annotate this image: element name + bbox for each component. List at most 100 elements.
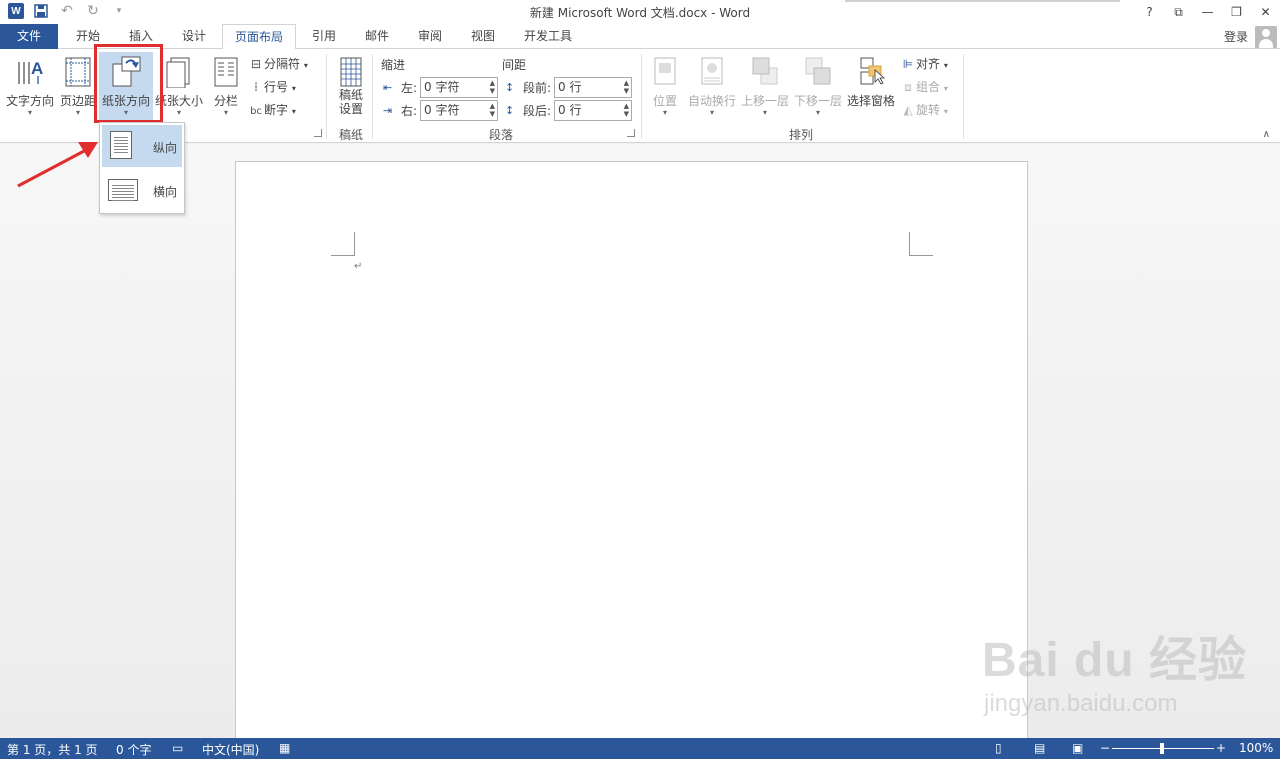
indent-heading: 缩进	[381, 58, 406, 72]
print-layout-icon[interactable]: ▤	[1034, 741, 1045, 755]
group-separator	[372, 54, 373, 139]
spin-arrows-icon[interactable]: ▲ ▼	[624, 79, 629, 95]
web-layout-icon[interactable]: ▣	[1072, 741, 1083, 755]
chevron-down-icon: ▾	[943, 84, 948, 93]
send-backward-button[interactable]: 下移一层 ▾	[793, 52, 843, 122]
breaks-button[interactable]: ⊟ 分隔符 ▾	[248, 54, 308, 74]
tab-mailings[interactable]: 邮件	[351, 24, 403, 49]
red-arrow-annotation	[17, 142, 98, 188]
spacing-after-icon: ↕	[505, 103, 515, 117]
macro-recording-icon[interactable]: ▦	[279, 741, 290, 755]
page-setup-launcher-icon[interactable]	[314, 129, 322, 137]
avatar[interactable]	[1255, 26, 1277, 48]
word-count[interactable]: 0 个字	[116, 741, 151, 758]
spacing-after-label: 段后:	[523, 103, 552, 118]
document-title: 新建 Microsoft Word 文档.docx - Word	[529, 6, 751, 20]
group-separator	[963, 54, 964, 139]
ribbon-display-options-button[interactable]: ⧉	[1164, 0, 1193, 24]
indent-right-value: 0 字符	[424, 102, 460, 117]
manuscript-setup-line1: 稿纸	[338, 88, 363, 102]
spacing-before-label: 段前:	[523, 80, 552, 95]
wrap-text-label: 自动换行	[687, 94, 736, 108]
spacing-after-row: ↕ 段后: 0 行 ▲ ▼	[505, 99, 633, 121]
page-count[interactable]: 第 1 页，共 1 页	[7, 741, 98, 758]
indent-right-input[interactable]: 0 字符 ▲ ▼	[420, 99, 499, 121]
paragraph-mark: ↵	[354, 261, 363, 272]
manuscript-group-label: 稿纸	[338, 128, 363, 142]
chevron-down-icon: ▾	[223, 108, 228, 117]
sign-in-link[interactable]: 登录	[1224, 28, 1248, 45]
chevron-down-icon: ▾	[943, 107, 948, 116]
manuscript-setup-button[interactable]: 稿纸 设置	[333, 52, 369, 122]
align-button[interactable]: ⊫ 对齐 ▾	[900, 54, 948, 74]
breaks-icon: ⊟	[250, 57, 262, 71]
spin-arrows-icon[interactable]: ▲ ▼	[490, 102, 495, 118]
indent-left-input[interactable]: 0 字符 ▲ ▼	[420, 76, 499, 98]
status-bar: 第 1 页，共 1 页 0 个字 ▭ 中文(中国) ▦ ▯ ▤ ▣ − + 10…	[0, 738, 1280, 759]
send-backward-icon	[802, 54, 834, 88]
title-bar: W ↶ ↻ ▾ 新建 Microsoft Word 文档.docx - Word…	[0, 0, 1280, 24]
baidu-watermark: Bai du 经验 jingyan.baidu.com	[982, 620, 1247, 717]
close-button[interactable]: ✕	[1251, 0, 1280, 24]
zoom-in-button[interactable]: +	[1216, 741, 1226, 755]
wrap-text-button[interactable]: 自动换行 ▾	[686, 52, 738, 122]
spacing-before-input[interactable]: 0 行 ▲ ▼	[554, 76, 633, 98]
hyphenation-label: 断字	[264, 103, 289, 117]
columns-label: 分栏	[213, 94, 238, 108]
indent-right-row: ⇥ 右: 0 字符 ▲ ▼	[383, 99, 499, 121]
minimize-button[interactable]: —	[1193, 0, 1222, 24]
ribbon: A 文字方向 ▾ 页边距 ▾ 纸张方向 ▾ 纸张大小 ▾ 分栏 ▾ ⊟ 分隔符 ▾	[0, 49, 1280, 143]
line-numbers-label: 行号	[264, 80, 289, 94]
landscape-label: 横向	[153, 185, 178, 199]
send-backward-label: 下移一层	[793, 94, 842, 108]
rotate-icon: ◭	[903, 103, 913, 117]
tab-references[interactable]: 引用	[298, 24, 350, 49]
selection-pane-label: 选择窗格	[846, 94, 895, 108]
spacing-before-row: ↕ 段前: 0 行 ▲ ▼	[505, 76, 633, 98]
tab-view[interactable]: 视图	[457, 24, 509, 49]
title-hint-bar	[845, 0, 1120, 2]
page-size-icon	[163, 54, 195, 89]
paragraph-launcher-icon[interactable]	[627, 129, 635, 137]
language-indicator[interactable]: 中文(中国)	[202, 741, 259, 758]
spin-arrows-icon[interactable]: ▲ ▼	[624, 102, 629, 118]
watermark-url: jingyan.baidu.com	[984, 690, 1178, 717]
tab-page-layout[interactable]: 页面布局	[222, 24, 296, 50]
align-label: 对齐	[916, 57, 941, 71]
group-separator	[326, 54, 327, 139]
spacing-after-input[interactable]: 0 行 ▲ ▼	[554, 99, 633, 121]
rotate-button[interactable]: ◭ 旋转 ▾	[900, 100, 948, 120]
tab-design[interactable]: 设计	[168, 24, 220, 49]
spin-arrows-icon[interactable]: ▲ ▼	[490, 79, 495, 95]
group-label: 组合	[916, 80, 941, 94]
tab-review[interactable]: 审阅	[404, 24, 456, 49]
proofing-icon[interactable]: ▭	[172, 741, 183, 755]
indent-left-label: 左:	[401, 80, 418, 95]
group-button[interactable]: ⧈ 组合 ▾	[900, 77, 948, 97]
bring-forward-button[interactable]: 上移一层 ▾	[740, 52, 790, 122]
indent-left-value: 0 字符	[424, 79, 460, 94]
position-button[interactable]: 位置 ▾	[648, 52, 682, 122]
paragraph-group-label: 段落	[488, 128, 513, 142]
selection-pane-button[interactable]: 选择窗格	[846, 52, 896, 122]
help-button[interactable]: ?	[1135, 0, 1164, 24]
zoom-slider-thumb[interactable]	[1160, 743, 1164, 754]
zoom-out-button[interactable]: −	[1100, 741, 1110, 755]
crop-mark-top-left	[331, 232, 355, 256]
line-numbers-button[interactable]: ⁞ 行号 ▾	[248, 77, 296, 97]
collapse-ribbon-icon[interactable]: ∧	[1263, 129, 1270, 140]
arrange-group-label: 排列	[788, 128, 813, 142]
hyphenation-button[interactable]: bc 断字 ▾	[248, 100, 296, 120]
align-icon: ⊫	[902, 57, 914, 71]
tab-developer[interactable]: 开发工具	[512, 24, 584, 49]
ribbon-tabs: 文件 开始 插入 设计 页面布局 引用 邮件 审阅 视图 开发工具 登录	[0, 24, 1280, 50]
group-icon: ⧈	[904, 80, 912, 94]
spacing-before-icon: ↕	[505, 80, 515, 94]
read-mode-icon[interactable]: ▯	[995, 741, 1002, 755]
manuscript-setup-line2: 设置	[338, 102, 363, 116]
columns-button[interactable]: 分栏 ▾	[208, 52, 244, 122]
restore-button[interactable]: ❐	[1222, 0, 1251, 24]
chevron-down-icon: ▾	[303, 61, 308, 70]
zoom-level[interactable]: 100%	[1239, 741, 1273, 755]
window-controls: ? ⧉ — ❐ ✕	[1135, 0, 1280, 24]
